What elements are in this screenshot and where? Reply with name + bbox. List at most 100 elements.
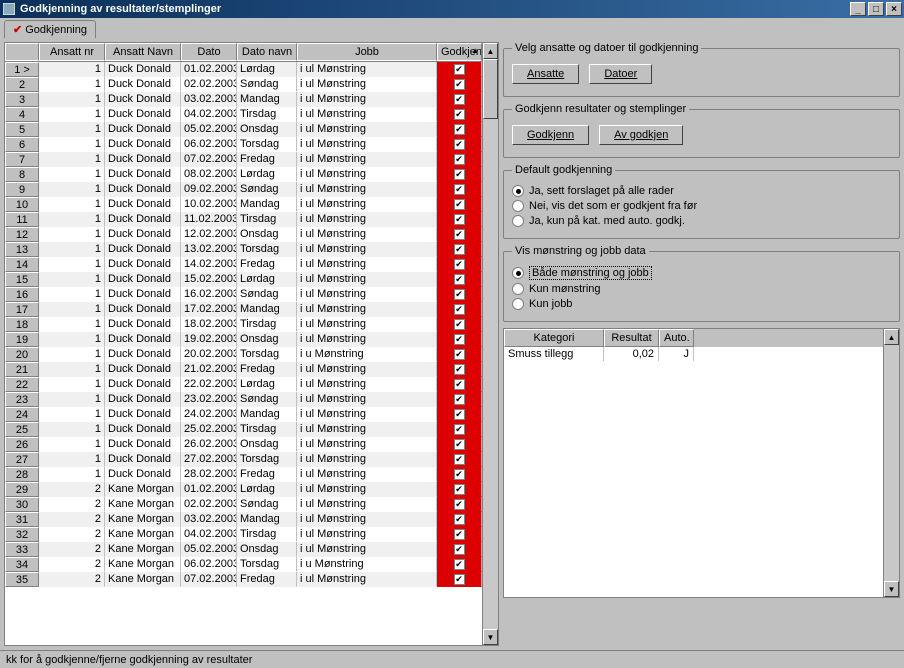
cell-godkjent[interactable]: ✔	[437, 182, 482, 197]
cell-kategori[interactable]: Smuss tillegg	[504, 347, 604, 361]
cell-jobb[interactable]: i ul Mønstring	[297, 287, 437, 302]
approved-checkbox[interactable]: ✔	[454, 274, 465, 285]
col-header-ansattnavn[interactable]: Ansatt Navn	[105, 43, 181, 61]
cell-dato[interactable]: 28.02.2003	[181, 467, 237, 482]
approved-checkbox[interactable]: ✔	[454, 484, 465, 495]
cell-ansattnavn[interactable]: Kane Morgan	[105, 557, 181, 572]
cell-godkjent[interactable]: ✔	[437, 77, 482, 92]
cell-ansattnr[interactable]: 1	[39, 332, 105, 347]
cell-dato[interactable]: 02.02.2003	[181, 77, 237, 92]
cell-ansattnavn[interactable]: Duck Donald	[105, 182, 181, 197]
table-row[interactable]: 121Duck Donald12.02.2003Onsdagi ul Mønst…	[5, 227, 482, 242]
cell-ansattnavn[interactable]: Duck Donald	[105, 452, 181, 467]
row-header[interactable]: 4	[5, 107, 39, 122]
row-header[interactable]: 14	[5, 257, 39, 272]
cell-dato[interactable]: 21.02.2003	[181, 362, 237, 377]
approved-checkbox[interactable]: ✔	[454, 334, 465, 345]
cell-datonavn[interactable]: Torsdag	[237, 452, 297, 467]
cell-ansattnavn[interactable]: Duck Donald	[105, 242, 181, 257]
cell-ansattnr[interactable]: 2	[39, 557, 105, 572]
cell-datonavn[interactable]: Onsdag	[237, 227, 297, 242]
cell-dato[interactable]: 18.02.2003	[181, 317, 237, 332]
cell-ansattnr[interactable]: 1	[39, 227, 105, 242]
cell-ansattnavn[interactable]: Duck Donald	[105, 467, 181, 482]
cell-jobb[interactable]: i ul Mønstring	[297, 497, 437, 512]
cell-dato[interactable]: 06.02.2003	[181, 557, 237, 572]
cell-dato[interactable]: 08.02.2003	[181, 167, 237, 182]
cell-dato[interactable]: 05.02.2003	[181, 122, 237, 137]
scroll-track[interactable]	[884, 345, 899, 581]
cell-jobb[interactable]: i ul Mønstring	[297, 527, 437, 542]
cell-ansattnavn[interactable]: Duck Donald	[105, 257, 181, 272]
table-row[interactable]: 221Duck Donald22.02.2003Lørdagi ul Mønst…	[5, 377, 482, 392]
cell-godkjent[interactable]: ✔	[437, 122, 482, 137]
cell-jobb[interactable]: i ul Mønstring	[297, 482, 437, 497]
cell-godkjent[interactable]: ✔	[437, 557, 482, 572]
col-header-rownum[interactable]	[5, 43, 39, 61]
cell-datonavn[interactable]: Tirsdag	[237, 107, 297, 122]
cell-ansattnavn[interactable]: Duck Donald	[105, 272, 181, 287]
table-row[interactable]: 81Duck Donald08.02.2003Lørdagi ul Mønstr…	[5, 167, 482, 182]
approved-checkbox[interactable]: ✔	[454, 409, 465, 420]
cell-ansattnr[interactable]: 1	[39, 287, 105, 302]
cell-ansattnr[interactable]: 2	[39, 497, 105, 512]
cell-datonavn[interactable]: Fredag	[237, 572, 297, 587]
cell-ansattnavn[interactable]: Kane Morgan	[105, 527, 181, 542]
row-header[interactable]: 19	[5, 332, 39, 347]
cell-datonavn[interactable]: Onsdag	[237, 122, 297, 137]
cell-dato[interactable]: 04.02.2003	[181, 107, 237, 122]
cell-datonavn[interactable]: Tirsdag	[237, 317, 297, 332]
cell-ansattnavn[interactable]: Duck Donald	[105, 287, 181, 302]
cell-godkjent[interactable]: ✔	[437, 302, 482, 317]
cell-godkjent[interactable]: ✔	[437, 437, 482, 452]
cell-jobb[interactable]: i ul Mønstring	[297, 212, 437, 227]
cell-jobb[interactable]: i ul Mønstring	[297, 257, 437, 272]
row-header[interactable]: 34	[5, 557, 39, 572]
cell-ansattnavn[interactable]: Kane Morgan	[105, 512, 181, 527]
cell-datonavn[interactable]: Onsdag	[237, 332, 297, 347]
cell-ansattnavn[interactable]: Kane Morgan	[105, 542, 181, 557]
row-header[interactable]: 25	[5, 422, 39, 437]
cell-datonavn[interactable]: Søndag	[237, 77, 297, 92]
approved-checkbox[interactable]: ✔	[454, 184, 465, 195]
cell-datonavn[interactable]: Onsdag	[237, 542, 297, 557]
cell-dato[interactable]: 20.02.2003	[181, 347, 237, 362]
approved-checkbox[interactable]: ✔	[454, 544, 465, 555]
cell-ansattnavn[interactable]: Duck Donald	[105, 197, 181, 212]
cell-jobb[interactable]: i ul Mønstring	[297, 302, 437, 317]
cell-ansattnr[interactable]: 1	[39, 212, 105, 227]
cell-dato[interactable]: 01.02.2003	[181, 62, 237, 77]
cell-ansattnavn[interactable]: Duck Donald	[105, 137, 181, 152]
cell-datonavn[interactable]: Fredag	[237, 257, 297, 272]
cell-ansattnavn[interactable]: Kane Morgan	[105, 497, 181, 512]
table-row[interactable]: 71Duck Donald07.02.2003Fredagi ul Mønstr…	[5, 152, 482, 167]
row-header[interactable]: 35	[5, 572, 39, 587]
radio-default-opt3[interactable]: Ja, kun på kat. med auto. godkj.	[512, 215, 891, 227]
cell-dato[interactable]: 14.02.2003	[181, 257, 237, 272]
cell-godkjent[interactable]: ✔	[437, 272, 482, 287]
cell-ansattnavn[interactable]: Duck Donald	[105, 227, 181, 242]
cell-ansattnr[interactable]: 1	[39, 272, 105, 287]
cell-ansattnr[interactable]: 1	[39, 407, 105, 422]
approved-checkbox[interactable]: ✔	[454, 499, 465, 510]
row-header[interactable]: 29	[5, 482, 39, 497]
cell-godkjent[interactable]: ✔	[437, 482, 482, 497]
vertical-scrollbar[interactable]: ▲ ▼	[482, 43, 498, 645]
cell-ansattnr[interactable]: 2	[39, 512, 105, 527]
col-header-resultat[interactable]: Resultat	[604, 329, 659, 347]
cell-datonavn[interactable]: Mandag	[237, 92, 297, 107]
cell-dato[interactable]: 22.02.2003	[181, 377, 237, 392]
cell-jobb[interactable]: i ul Mønstring	[297, 452, 437, 467]
row-header[interactable]: 31	[5, 512, 39, 527]
table-row[interactable]: 21Duck Donald02.02.2003Søndagi ul Mønstr…	[5, 77, 482, 92]
cell-godkjent[interactable]: ✔	[437, 212, 482, 227]
col-header-dato[interactable]: Dato	[181, 43, 237, 61]
approved-checkbox[interactable]: ✔	[454, 199, 465, 210]
approved-checkbox[interactable]: ✔	[454, 154, 465, 165]
cell-jobb[interactable]: i ul Mønstring	[297, 317, 437, 332]
cell-dato[interactable]: 12.02.2003	[181, 227, 237, 242]
cell-godkjent[interactable]: ✔	[437, 242, 482, 257]
cell-ansattnavn[interactable]: Duck Donald	[105, 212, 181, 227]
minimize-button[interactable]: _	[850, 2, 866, 16]
radio-view-opt1[interactable]: Både mønstring og jobb	[512, 266, 891, 280]
